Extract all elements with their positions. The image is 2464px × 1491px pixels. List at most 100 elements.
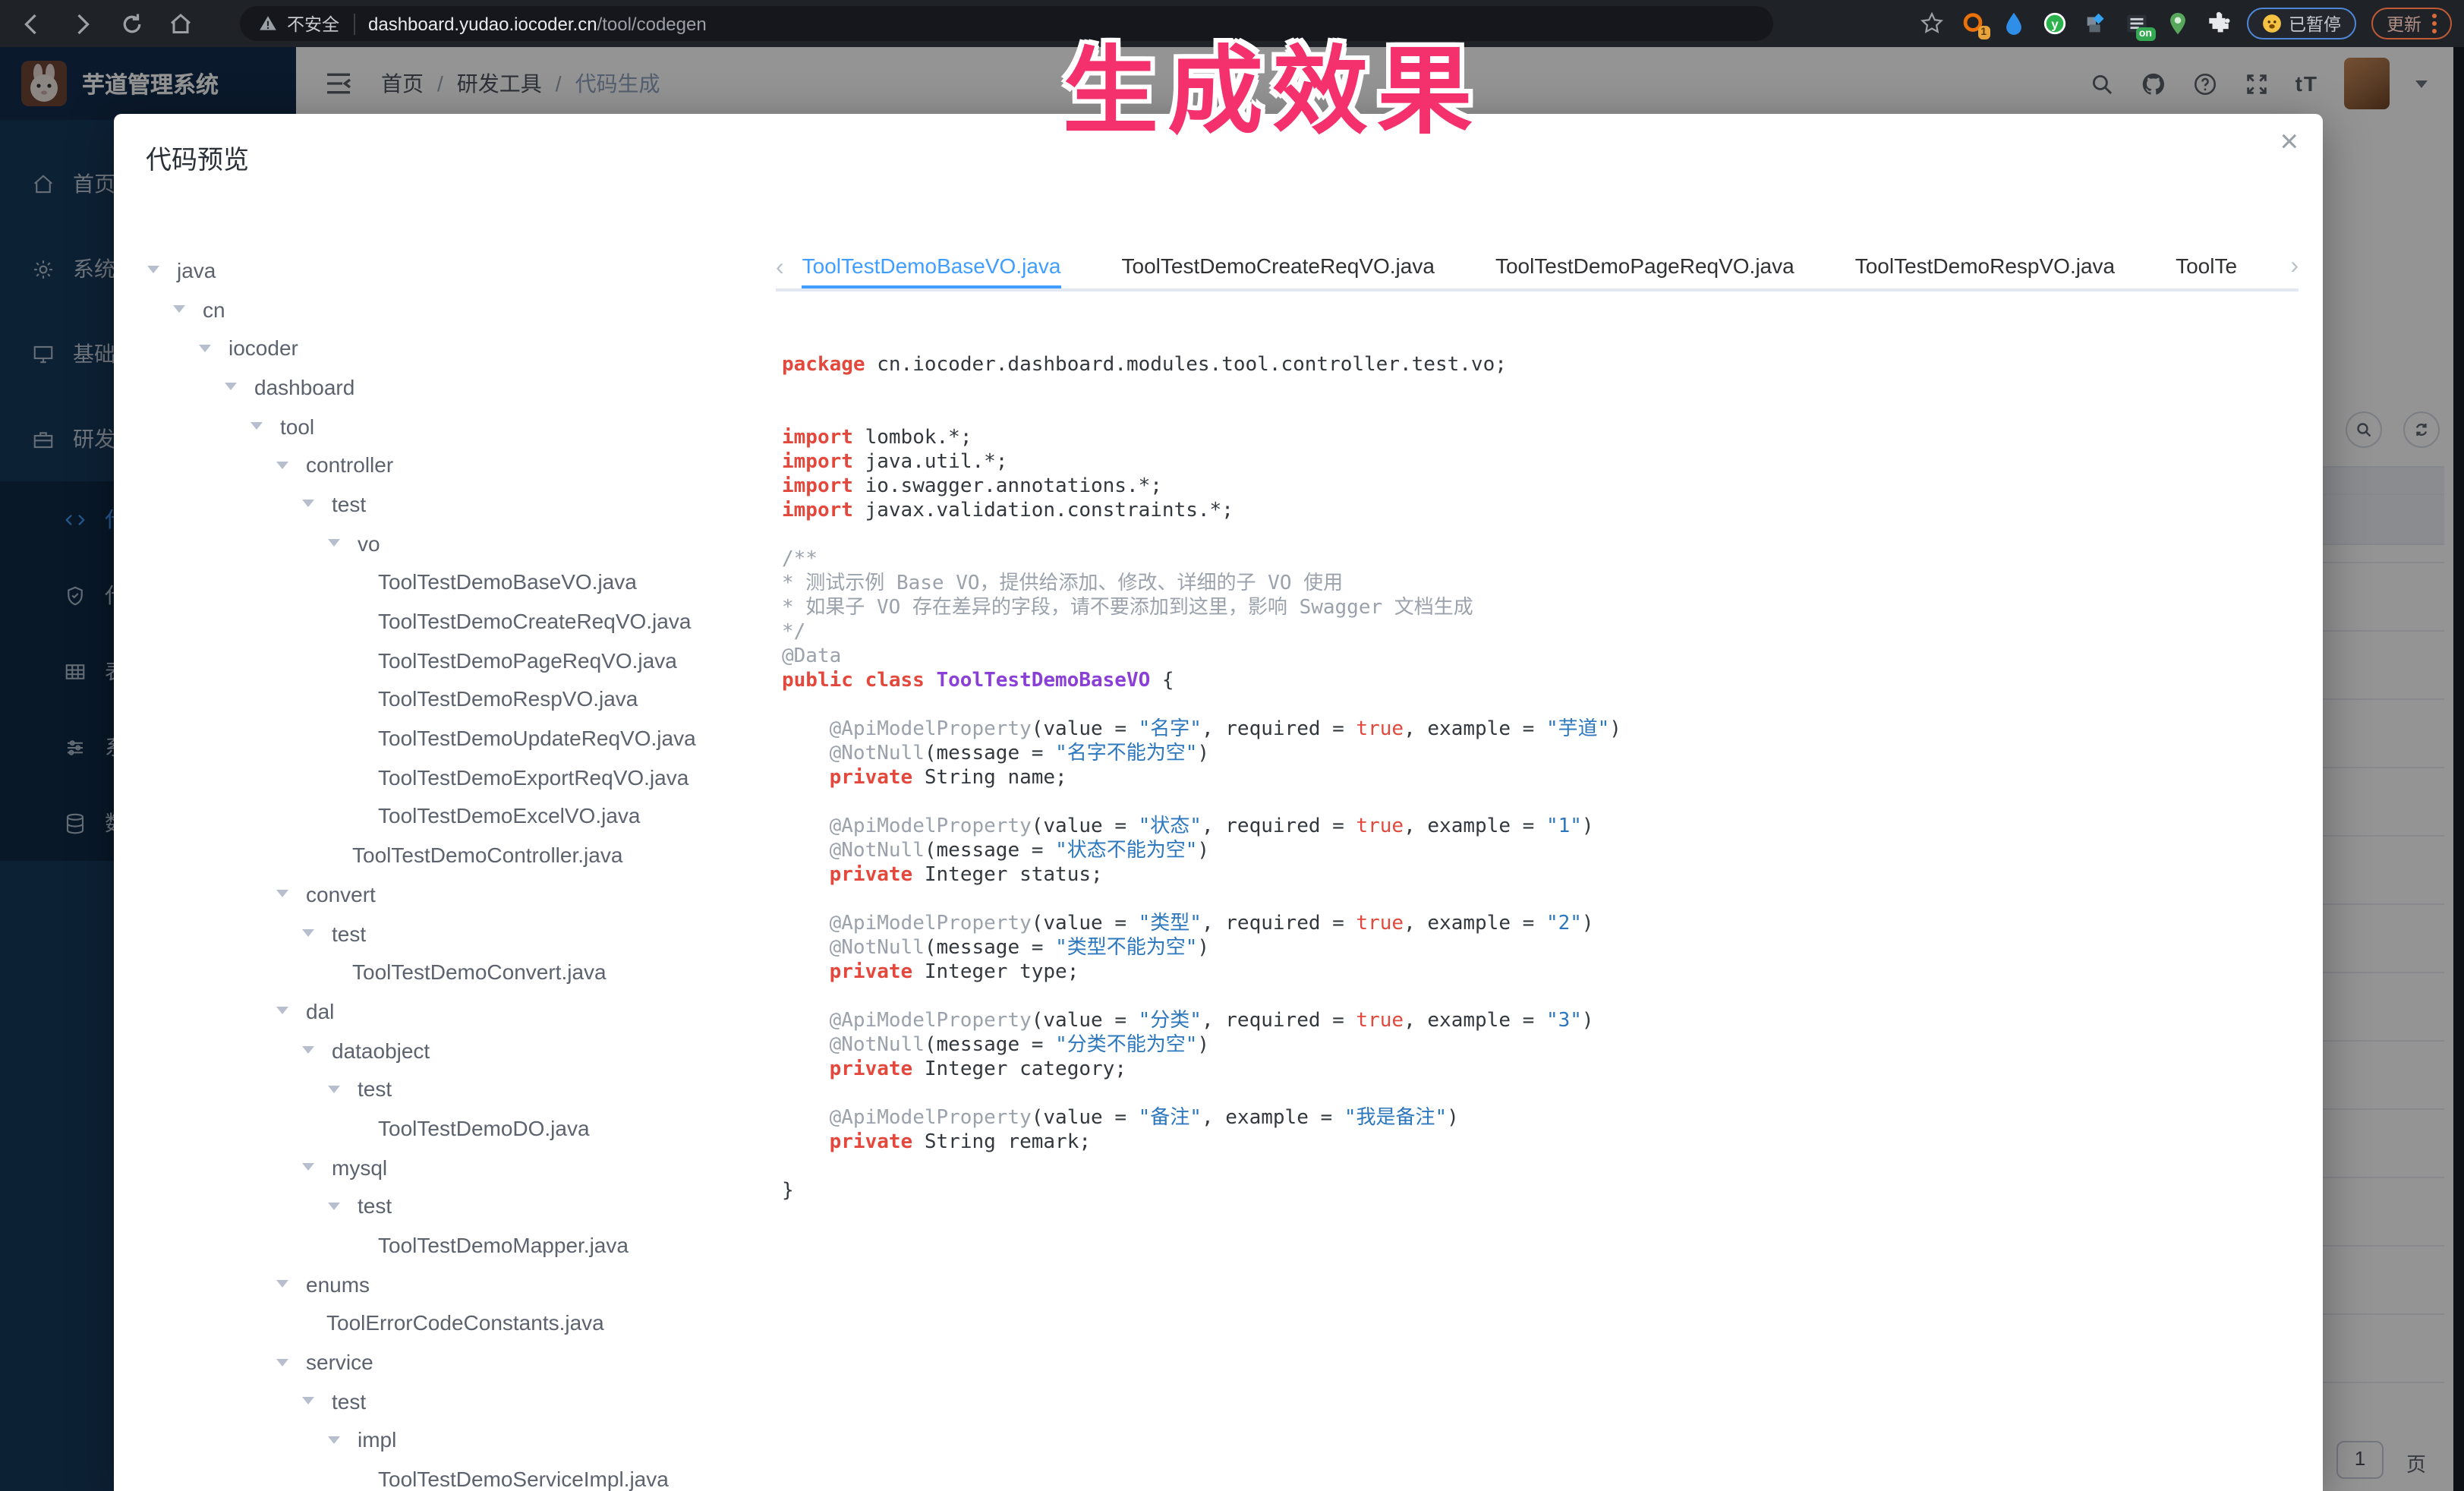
tree-node[interactable]: cn bbox=[129, 289, 774, 328]
caret-down-icon bbox=[276, 1358, 288, 1366]
tree-file[interactable]: ToolTestDemoBaseVO.java bbox=[129, 563, 774, 601]
code-line: @Data bbox=[782, 645, 2308, 670]
tree-file[interactable]: ToolTestDemoDO.java bbox=[129, 1108, 774, 1147]
puzzle-icon[interactable] bbox=[2205, 11, 2231, 36]
code-line: import io.swagger.annotations.*; bbox=[782, 475, 2308, 500]
profile-paused-pill[interactable]: 已暂停 bbox=[2246, 8, 2356, 39]
update-label: 更新 bbox=[2387, 11, 2421, 36]
caret-down-icon bbox=[276, 1280, 288, 1288]
tree-node[interactable]: dal bbox=[129, 991, 774, 1030]
tree-file[interactable]: ToolTestDemoController.java bbox=[129, 836, 774, 875]
caret-down-icon bbox=[276, 891, 288, 898]
file-tree: java cn iocoderdashboardtoolcontroller test… bbox=[129, 251, 774, 1491]
extension-y-icon[interactable]: y bbox=[2041, 11, 2067, 36]
address-bar[interactable]: 不安全 dashboard.yudao.iocoder.cn/tool/code… bbox=[240, 6, 1773, 41]
code-line: } bbox=[782, 1180, 2308, 1204]
tree-node[interactable]: dataobject bbox=[129, 1031, 774, 1070]
tree-node[interactable]: test bbox=[129, 1382, 774, 1420]
caret-down-icon bbox=[173, 305, 185, 313]
code-line: @NotNull(message = "状态不能为空") bbox=[782, 840, 2308, 864]
screen: 不安全 dashboard.yudao.iocoder.cn/tool/code… bbox=[0, 0, 2464, 1491]
paused-label: 已暂停 bbox=[2289, 11, 2341, 36]
tree-node[interactable]: impl bbox=[129, 1420, 774, 1459]
tree-file[interactable]: ToolTestDemoExcelVO.java bbox=[129, 796, 774, 835]
tree-node-label: ToolTestDemoPageReqVO.java bbox=[378, 648, 677, 672]
forward-icon[interactable] bbox=[68, 10, 96, 37]
caret-down-icon bbox=[199, 344, 211, 351]
back-icon[interactable] bbox=[18, 10, 46, 37]
tree-node[interactable]: controller bbox=[129, 446, 774, 484]
file-tab[interactable]: ToolTestDemoPageReqVO.java bbox=[1495, 247, 1794, 290]
extension-squares-icon[interactable] bbox=[2082, 11, 2108, 36]
chrome-update-button[interactable]: 更新 bbox=[2371, 8, 2452, 39]
close-icon[interactable]: × bbox=[2280, 126, 2299, 158]
code-line: private Integer category; bbox=[782, 1058, 2308, 1083]
reload-icon[interactable] bbox=[118, 10, 146, 37]
tree-node[interactable]: test bbox=[129, 1187, 774, 1225]
tree-file[interactable]: ToolTestDemoExportReqVO.java bbox=[129, 758, 774, 796]
tree-file[interactable]: ToolTestDemoCreateReqVO.java bbox=[129, 601, 774, 640]
code-line: * 如果子 VO 存在差异的字段，请不要添加到这里，影响 Swagger 文档生… bbox=[782, 597, 2308, 621]
caret-down-icon bbox=[225, 383, 237, 391]
caret-down-icon bbox=[328, 539, 340, 547]
tree-file[interactable]: ToolErrorCodeConstants.java bbox=[129, 1303, 774, 1342]
extension-pin-icon[interactable] bbox=[2164, 11, 2190, 36]
tree-node[interactable]: vo bbox=[129, 524, 774, 563]
tree-file[interactable]: ToolTestDemoConvert.java bbox=[129, 953, 774, 991]
code-line: import java.util.*; bbox=[782, 451, 2308, 475]
code-line: /** bbox=[782, 548, 2308, 572]
tree-node[interactable]: test bbox=[129, 484, 774, 523]
tree-node[interactable]: enums bbox=[129, 1265, 774, 1303]
file-tab[interactable]: ToolTestDemoBaseVO.java bbox=[802, 247, 1061, 290]
file-tab[interactable]: ToolTestDemoCreateReqVO.java bbox=[1122, 247, 1435, 290]
code-preview-dialog: 代码预览 × javacniocoderdashboardtoolcontrol… bbox=[114, 114, 2323, 1491]
tree-file[interactable]: ToolTestDemoUpdateReqVO.java bbox=[129, 719, 774, 758]
tree-node-label: ToolErrorCodeConstants.java bbox=[326, 1311, 604, 1335]
annotation-title: 生成效果 bbox=[1063, 15, 1482, 153]
tree-node[interactable]: service bbox=[129, 1343, 774, 1382]
tree-node-label: test bbox=[358, 1077, 392, 1102]
caret-down-icon bbox=[328, 1203, 340, 1210]
tree-node[interactable]: iocoder bbox=[129, 329, 774, 367]
bookmark-star-icon[interactable] bbox=[1918, 11, 1944, 36]
tree-node[interactable]: convert bbox=[129, 875, 774, 913]
file-tab[interactable]: ToolTe bbox=[2176, 247, 2237, 290]
file-tab[interactable]: ToolTestDemoRespVO.java bbox=[1855, 247, 2115, 290]
tree-node[interactable]: java bbox=[129, 251, 774, 289]
tabs-next-icon[interactable]: › bbox=[2284, 255, 2299, 279]
code-line bbox=[782, 694, 2308, 718]
tree-file[interactable]: ToolTestDemoPageReqVO.java bbox=[129, 641, 774, 679]
code-line: @ApiModelProperty(value = "类型", required… bbox=[782, 913, 2308, 937]
extension-drop-icon[interactable] bbox=[2000, 11, 2026, 36]
tree-node-label: vo bbox=[358, 531, 380, 555]
tree-node[interactable]: test bbox=[129, 1070, 774, 1108]
tree-node-label: test bbox=[332, 492, 366, 516]
code-line bbox=[782, 402, 2308, 427]
caret-down-icon bbox=[302, 1046, 314, 1054]
code-line: private Integer type; bbox=[782, 961, 2308, 985]
tree-node-label: ToolTestDemoDO.java bbox=[378, 1116, 590, 1140]
caret-down-icon bbox=[276, 1007, 288, 1015]
tree-node-label: ToolTestDemoExportReqVO.java bbox=[378, 765, 688, 790]
tabs-prev-icon[interactable]: ‹ bbox=[776, 256, 784, 280]
tree-node[interactable]: mysql bbox=[129, 1148, 774, 1187]
caret-down-icon bbox=[147, 266, 159, 274]
tree-node[interactable]: tool bbox=[129, 407, 774, 446]
tree-node-label: ToolTestDemoBaseVO.java bbox=[378, 570, 637, 594]
extension-orange-icon[interactable]: 1 bbox=[1959, 11, 1985, 36]
code-line: private String remark; bbox=[782, 1131, 2308, 1155]
tree-file[interactable]: ToolTestDemoRespVO.java bbox=[129, 679, 774, 718]
tree-node-label: test bbox=[332, 921, 366, 945]
tree-node-label: cn bbox=[203, 297, 225, 321]
tree-node-label: ToolTestDemoConvert.java bbox=[352, 960, 607, 984]
tree-node[interactable]: test bbox=[129, 913, 774, 952]
tree-node[interactable]: dashboard bbox=[129, 367, 774, 406]
file-tabs: ToolTestDemoBaseVO.java ToolTestDemoCreat… bbox=[802, 247, 2237, 290]
tree-node-label: ToolTestDemoServiceImpl.java bbox=[378, 1467, 669, 1491]
tree-file[interactable]: ToolTestDemoMapper.java bbox=[129, 1225, 774, 1264]
extension-list-icon[interactable]: on bbox=[2123, 11, 2149, 36]
code-line bbox=[782, 888, 2308, 913]
home-icon[interactable] bbox=[167, 10, 194, 37]
code-line: */ bbox=[782, 621, 2308, 645]
tree-file[interactable]: ToolTestDemoServiceImpl.java bbox=[129, 1460, 774, 1491]
